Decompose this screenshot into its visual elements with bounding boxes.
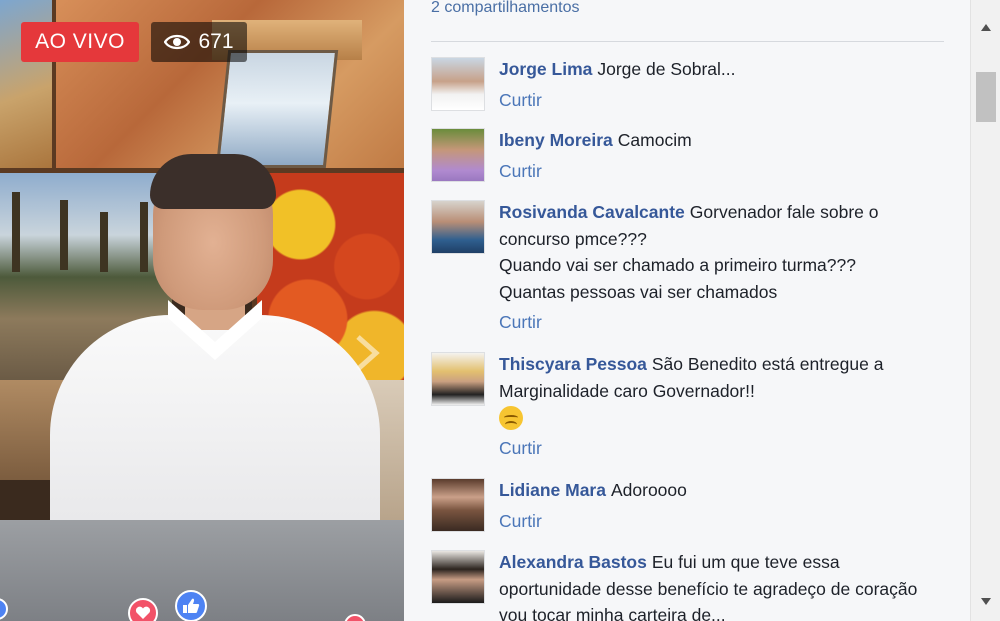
comment-author[interactable]: Lidiane Mara [499,480,606,500]
avatar[interactable] [431,352,485,406]
scroll-up-arrow-icon[interactable] [981,24,991,31]
comment-author[interactable]: Rosivanda Cavalcante [499,202,685,222]
comments-scrollbar[interactable] [970,0,1000,621]
live-badge: AO VIVO [21,22,139,62]
comment-author[interactable]: Ibeny Moreira [499,130,613,150]
viewer-count-badge: 671 [151,22,247,62]
chevron-right-icon[interactable] [348,333,384,373]
like-link[interactable]: Curtir [499,87,939,114]
disappointed-face-emoji [499,406,523,431]
comment-text-line: Quando vai ser chamado a primeiro turma?… [499,255,856,275]
comment-text-line: Quantas pessoas vai ser chamados [499,281,778,302]
presenter [50,150,380,530]
comments-panel: 2 compartilhamentos Jorge Lima Jorge de S… [404,0,970,621]
avatar[interactable] [431,200,485,254]
like-link[interactable]: Curtir [499,435,939,462]
comment-author[interactable]: Alexandra Bastos [499,552,647,572]
like-link[interactable]: Curtir [499,309,939,336]
comment-author[interactable]: Thiscyara Pessoa [499,354,647,374]
avatar[interactable] [431,550,485,604]
avatar[interactable] [431,57,485,111]
like-icon [175,590,207,621]
divider [431,41,944,42]
avatar[interactable] [431,478,485,532]
shares-link[interactable]: 2 compartilhamentos [431,0,580,17]
comment-text: Adoroooo [610,480,687,500]
comment-text: Jorge de Sobral... [597,59,736,79]
like-link[interactable]: Curtir [499,158,939,185]
scroll-down-arrow-icon[interactable] [981,598,991,605]
eye-icon [164,34,191,50]
comment-author[interactable]: Jorge Lima [499,59,592,79]
like-link[interactable]: Curtir [499,508,939,535]
love-icon [128,598,158,621]
avatar[interactable] [431,128,485,182]
scroll-thumb[interactable] [976,72,996,122]
comment-text: Camocim [617,130,692,150]
view-count: 671 [198,30,234,53]
live-video-player[interactable]: AO VIVO 671 [0,0,404,621]
